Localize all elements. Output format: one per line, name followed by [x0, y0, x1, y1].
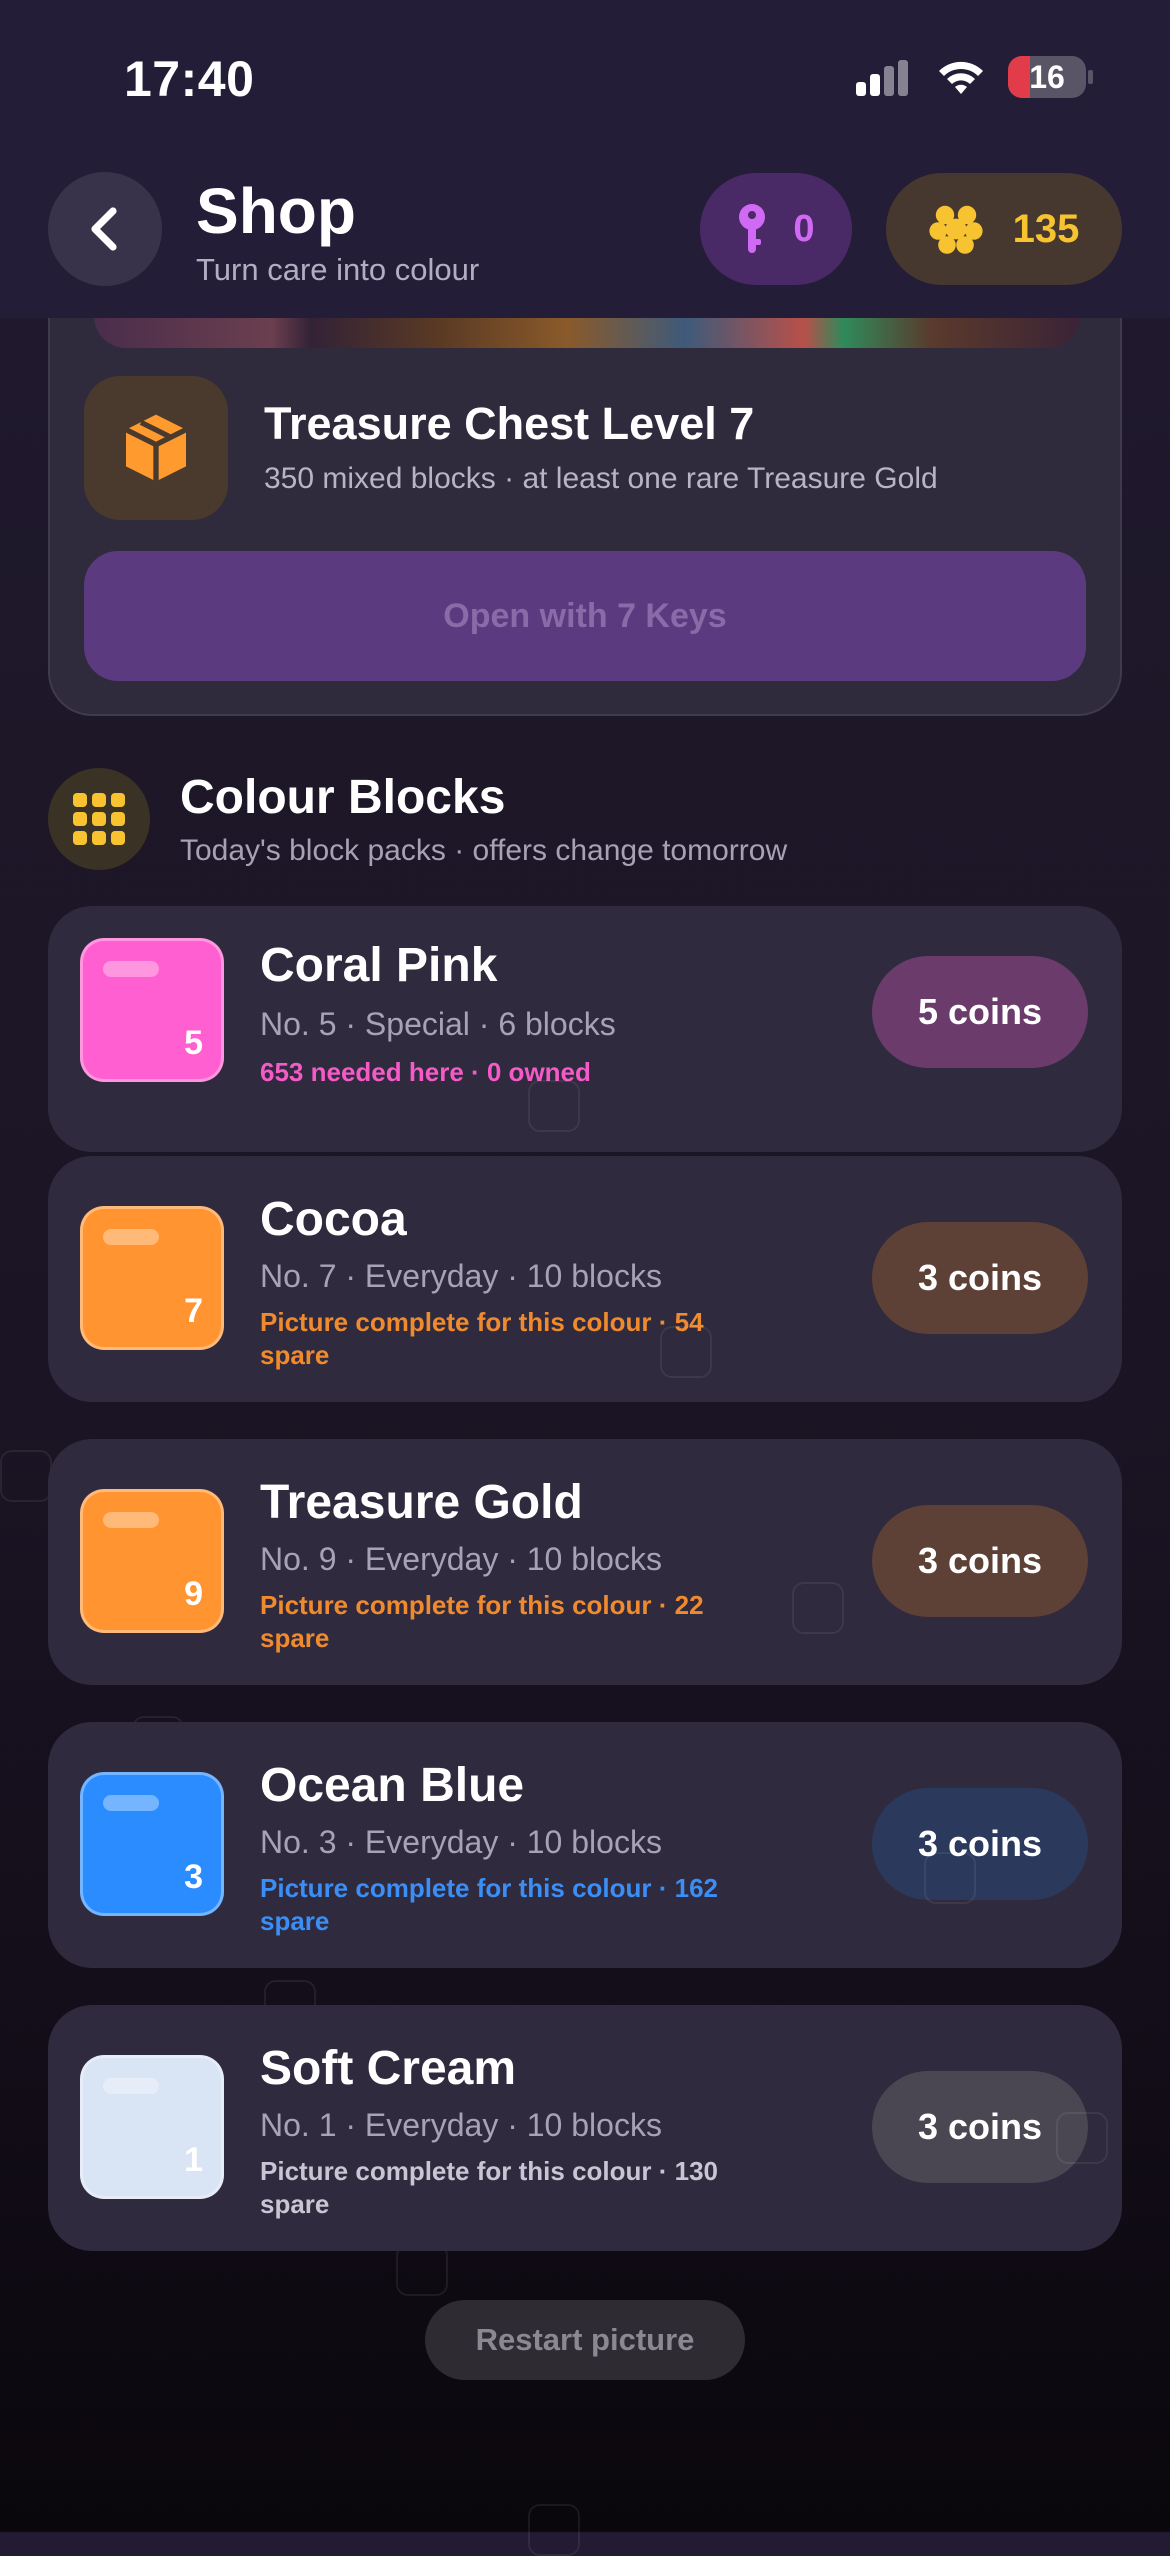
block-note: 653 needed here · 0 owned [260, 1057, 591, 1087]
block-note: Picture complete for this colour · 22 sp… [260, 1590, 704, 1653]
decorative-square [660, 1326, 712, 1378]
color-swatch: 7 [80, 1206, 224, 1350]
battery-icon: 16 [1008, 56, 1086, 98]
block-card-ocean-blue[interactable]: 3 Ocean Blue No. 3 · Everyday · 10 block… [48, 1722, 1122, 1968]
wifi-icon [939, 61, 983, 94]
page-title: Shop [196, 175, 356, 247]
color-swatch: 3 [80, 1772, 224, 1916]
block-meta: No. 9 · Everyday · 10 blocks [260, 1541, 662, 1577]
block-meta: No. 3 · Everyday · 10 blocks [260, 1824, 662, 1860]
coins-icon [929, 205, 983, 254]
color-swatch: 5 [80, 938, 224, 1082]
open-chest-button[interactable]: Open with 7 Keys [84, 551, 1086, 681]
keys-balance[interactable]: 0 [700, 173, 852, 285]
color-swatch: 9 [80, 1489, 224, 1633]
section-title: Colour Blocks [180, 771, 506, 824]
block-name: Treasure Gold [260, 1476, 583, 1529]
color-swatch: 1 [80, 2055, 224, 2199]
block-note: Picture complete for this colour · 130 s… [260, 2156, 718, 2219]
grid-icon [48, 768, 150, 870]
block-name: Coral Pink [260, 939, 498, 992]
restart-picture-button[interactable]: Restart picture [425, 2300, 745, 2380]
buy-button[interactable]: 3 coins [872, 1788, 1088, 1900]
decorative-square [924, 1852, 976, 1904]
swatch-number: 3 [184, 1858, 203, 1896]
battery-level: 16 [1029, 59, 1065, 95]
coins-balance[interactable]: 135 [886, 173, 1122, 285]
decorative-square [396, 2244, 448, 2296]
block-note: Picture complete for this colour · 162 s… [260, 1873, 718, 1936]
block-card-coral-pink[interactable]: 5 Coral Pink No. 5 · Special · 6 blocks … [48, 906, 1122, 1152]
block-card-soft-cream[interactable]: 1 Soft Cream No. 1 · Everyday · 10 block… [48, 2005, 1122, 2251]
decorative-square [792, 1582, 844, 1634]
block-meta: No. 7 · Everyday · 10 blocks [260, 1258, 662, 1294]
keys-count: 0 [793, 207, 815, 250]
swatch-number: 9 [184, 1575, 203, 1613]
status-time: 17:40 [124, 51, 255, 107]
header-bar: 17:40 16 Shop Turn care into colour 0 13… [0, 0, 1170, 318]
block-name: Ocean Blue [260, 1759, 525, 1812]
section-subtitle: Today's block packs · offers change tomo… [180, 834, 788, 867]
swatch-number: 1 [184, 2141, 203, 2179]
decorative-square [0, 1450, 52, 1502]
buy-button[interactable]: 5 coins [872, 956, 1088, 1068]
swatch-number: 5 [184, 1024, 203, 1062]
decorative-square [528, 1080, 580, 1132]
chest-title: Treasure Chest Level 7 [264, 398, 755, 449]
chevron-left-icon [91, 207, 117, 251]
swatch-number: 7 [184, 1292, 203, 1330]
block-meta: No. 5 · Special · 6 blocks [260, 1006, 616, 1042]
block-meta: No. 1 · Everyday · 10 blocks [260, 2107, 662, 2143]
chest-subtitle: 350 mixed blocks · at least one rare Tre… [264, 462, 938, 495]
decorative-square [1056, 2112, 1108, 2164]
block-name: Soft Cream [260, 2042, 517, 2095]
decorative-square [528, 2504, 580, 2556]
block-card-treasure-gold[interactable]: 9 Treasure Gold No. 9 · Everyday · 10 bl… [48, 1439, 1122, 1685]
buy-button[interactable]: 3 coins [872, 1222, 1088, 1334]
key-icon [739, 204, 766, 253]
coins-count: 135 [1012, 206, 1080, 251]
signal-icon [856, 60, 916, 96]
block-name: Cocoa [260, 1193, 407, 1246]
buy-button[interactable]: 3 coins [872, 1505, 1088, 1617]
block-card-cocoa[interactable]: 7 Cocoa No. 7 · Everyday · 10 blocks Pic… [48, 1156, 1122, 1402]
package-icon [84, 376, 228, 520]
back-button[interactable] [48, 172, 162, 286]
page-subtitle: Turn care into colour [196, 252, 480, 287]
